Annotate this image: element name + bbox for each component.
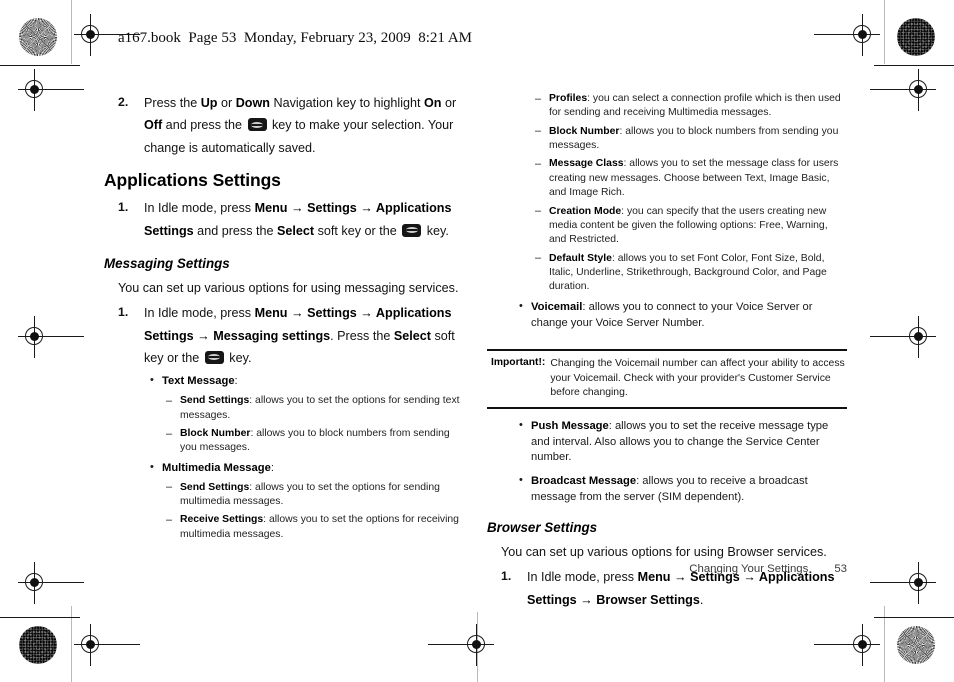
- registration-target-icon: [814, 624, 880, 666]
- crop-rule-top-right: [874, 65, 954, 66]
- list-item: – Block Number: allows you to block numb…: [104, 427, 464, 456]
- list-item: • Voicemail: allows you to connect to yo…: [487, 300, 847, 332]
- list-item-term: Broadcast Message: [531, 475, 637, 488]
- callout-text: Changing the Voicemail number can affect…: [550, 358, 845, 398]
- browser-intro-text: You can set up various options for using…: [501, 545, 827, 560]
- print-color-swatch-icon: [19, 626, 57, 664]
- registration-target-icon: [18, 562, 84, 604]
- step-number: 1.: [118, 200, 129, 215]
- list-item-desc: :: [234, 375, 238, 388]
- step-text: In Idle mode, press Menu → Settings → Ap…: [527, 570, 835, 607]
- list-item-desc: :: [270, 461, 274, 474]
- step-text: In Idle mode, press Menu → Settings → Ap…: [144, 201, 452, 238]
- list-item: • Multimedia Message:: [104, 461, 464, 477]
- bullet-mark: –: [535, 157, 542, 170]
- list-item-term: Receive Settings: [180, 514, 264, 526]
- document-page: a167.book Page 53 Monday, February 23, 2…: [0, 0, 954, 682]
- page-footer: Changing Your Settings 53: [487, 563, 847, 575]
- bullet-mark: •: [150, 374, 154, 387]
- list-item-term: Profiles: [549, 93, 588, 104]
- bullet-mark: –: [166, 427, 173, 440]
- phone-select-key-icon: [402, 223, 422, 237]
- right-column: – Profiles: you can select a connection …: [487, 92, 847, 613]
- list-item-term: Block Number: [549, 125, 620, 137]
- bullet-mark: –: [535, 205, 542, 218]
- section-heading-messaging: Messaging Settings: [104, 256, 230, 272]
- list-item-term: Send Settings: [180, 395, 250, 407]
- step-number: 2.: [118, 95, 129, 109]
- bullet-mark: –: [535, 92, 542, 105]
- bullet-mark: •: [150, 460, 154, 473]
- footer-title: Changing Your Settings: [689, 563, 809, 575]
- registration-target-icon: [870, 316, 936, 358]
- registration-target-icon: [18, 69, 84, 111]
- list-item: – Creation Mode: you can specify that th…: [487, 205, 847, 248]
- running-header: a167.book Page 53 Monday, February 23, 2…: [118, 30, 472, 46]
- list-item-term: Message Class: [549, 158, 624, 170]
- list-item-term: Send Settings: [180, 481, 250, 493]
- bullet-mark: •: [519, 299, 523, 312]
- step-text: In Idle mode, press Menu → Settings → Ap…: [144, 306, 455, 365]
- list-item-term: Text Message: [162, 375, 235, 388]
- callout-label: Important!:: [491, 357, 546, 369]
- callout-rule-bottom: [487, 406, 847, 409]
- registration-target-icon: [18, 316, 84, 358]
- bullet-mark: –: [535, 252, 542, 265]
- phone-select-key-icon: [247, 118, 267, 132]
- list-item: – Send Settings: allows you to set the o…: [104, 481, 464, 510]
- list-item-term: Creation Mode: [549, 205, 622, 217]
- bullet-mark: •: [519, 418, 523, 431]
- bullet-mark: –: [166, 481, 173, 494]
- step-item: 2. Press the Up or Down Navigation key t…: [104, 92, 464, 159]
- step-number: 1.: [118, 305, 129, 320]
- registration-target-icon: [814, 14, 880, 56]
- step-text: Press the Up or Down Navigation key to h…: [144, 96, 457, 155]
- list-item: – Send Settings: allows you to set the o…: [104, 394, 464, 423]
- left-column: 2. Press the Up or Down Navigation key t…: [104, 92, 464, 542]
- print-color-swatch-icon: [897, 18, 935, 56]
- messaging-intro-text: You can set up various options for using…: [118, 281, 459, 296]
- page-title: Applications Settings: [104, 170, 281, 191]
- phone-select-key-icon: [204, 350, 224, 364]
- bullet-mark: •: [519, 474, 523, 487]
- important-callout: Important!: Changing the Voicemail numbe…: [487, 349, 847, 409]
- step-item: 1. In Idle mode, press Menu → Settings →…: [104, 197, 464, 242]
- crop-rule-bottom-right: [874, 617, 954, 618]
- list-item: – Default Style: allows you to set Font …: [487, 252, 847, 295]
- guide-line-right: [884, 0, 885, 64]
- list-item: – Message Class: allows you to set the m…: [487, 157, 847, 200]
- registration-target-icon: [870, 69, 936, 111]
- registration-target-icon: [74, 14, 140, 56]
- list-item: – Profiles: you can select a connection …: [487, 92, 847, 121]
- footer-page-number: 53: [834, 563, 847, 575]
- print-color-swatch-icon: [897, 626, 935, 664]
- list-item: • Text Message:: [104, 374, 464, 390]
- list-item-desc: : you can select a connection profile wh…: [549, 93, 841, 119]
- bullet-mark: –: [166, 513, 173, 526]
- list-item-term: Voicemail: [531, 300, 583, 313]
- print-color-swatch-icon: [19, 18, 57, 56]
- list-item-term: Default Style: [549, 252, 612, 264]
- list-item-term: Multimedia Message: [162, 461, 271, 474]
- list-item-term: Block Number: [180, 428, 251, 440]
- step-item: 1. In Idle mode, press Menu → Settings →…: [104, 302, 464, 369]
- crop-rule-top-left: [0, 65, 80, 66]
- registration-target-icon: [74, 624, 140, 666]
- section-heading-browser: Browser Settings: [487, 520, 598, 536]
- list-item: • Push Message: allows you to set the re…: [487, 419, 847, 467]
- list-item-term: Push Message: [531, 419, 609, 432]
- list-item: • Broadcast Message: allows you to recei…: [487, 474, 847, 506]
- bullet-mark: –: [166, 394, 173, 407]
- bullet-mark: –: [535, 125, 542, 138]
- registration-target-icon: [428, 624, 494, 666]
- guide-line-left: [71, 0, 72, 64]
- registration-target-icon: [870, 562, 936, 604]
- crop-rule-bottom-left: [0, 617, 80, 618]
- list-item: – Block Number: allows you to block numb…: [487, 125, 847, 154]
- list-item: – Receive Settings: allows you to set th…: [104, 513, 464, 542]
